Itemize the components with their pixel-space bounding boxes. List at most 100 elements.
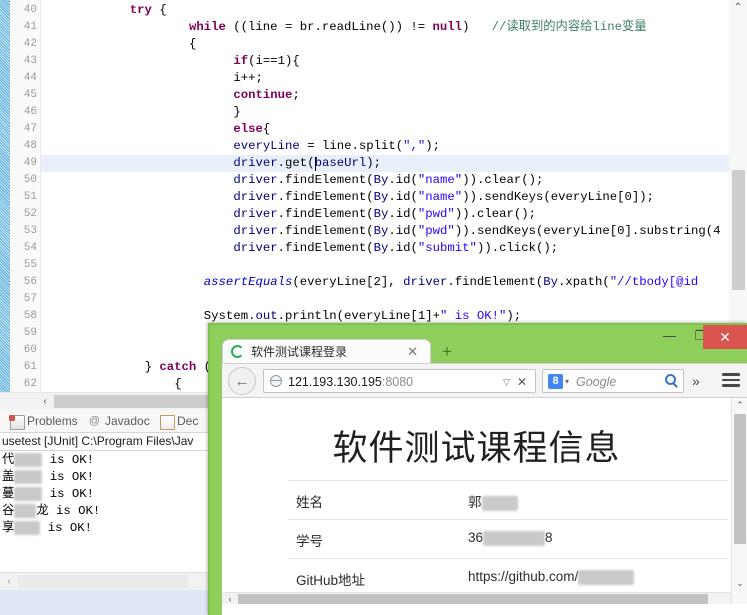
line-number: 53 bbox=[23, 225, 37, 237]
editor-hscroll-left-arrow-icon[interactable]: ‹ bbox=[38, 394, 52, 409]
menu-icon[interactable] bbox=[722, 373, 740, 387]
code-token: )).sendKeys(everyLine[0].substring(4 bbox=[454, 224, 721, 238]
code-line[interactable]: while ((line = br.readLine()) != null) /… bbox=[189, 19, 647, 36]
code-token: "submit" bbox=[417, 241, 477, 255]
line-number: 41 bbox=[23, 21, 37, 33]
page-hscroll-left-arrow-icon[interactable]: ‹ bbox=[223, 593, 237, 604]
code-token: )).sendKeys(everyLine[0]); bbox=[462, 190, 655, 204]
line-number: 55 bbox=[23, 259, 37, 271]
code-line[interactable]: driver.get(baseUrl); bbox=[233, 155, 381, 172]
search-bar[interactable]: 8 ▾ Google bbox=[542, 369, 684, 393]
change-annotation-bar bbox=[0, 0, 10, 392]
console-hscroll-left-arrow-icon[interactable]: ‹ bbox=[2, 574, 16, 589]
browser-tab[interactable]: 软件测试课程登录 ✕ bbox=[222, 339, 431, 364]
code-line[interactable]: driver.findElement(By.id("name")).clear(… bbox=[233, 172, 543, 189]
console-line-suffix: is OK! bbox=[42, 453, 94, 467]
code-token: ); bbox=[425, 139, 441, 153]
code-line[interactable]: else{ bbox=[233, 121, 270, 138]
new-tab-button[interactable]: + bbox=[442, 343, 452, 360]
close-button[interactable]: ✕ bbox=[703, 325, 747, 349]
row-label: GitHub地址 bbox=[296, 573, 366, 588]
code-line[interactable]: { bbox=[174, 376, 181, 392]
page-vertical-scrollbar[interactable]: ⌃ ⌄ bbox=[731, 398, 747, 604]
minimize-button[interactable]: — bbox=[654, 325, 685, 347]
code-token: } bbox=[233, 105, 241, 119]
line-number: 47 bbox=[23, 123, 37, 135]
code-token: != bbox=[410, 20, 426, 34]
line-number: 62 bbox=[23, 378, 37, 390]
code-line[interactable]: } bbox=[233, 104, 240, 121]
console-line: 蔓 is OK! bbox=[2, 486, 94, 503]
firefox-browser-window[interactable]: — ❐ ✕ 软件测试课程登录 ✕ + ← 121.193.130.195:808… bbox=[208, 323, 747, 615]
code-line[interactable]: driver.findElement(By.id("pwd")).sendKey… bbox=[233, 223, 720, 240]
view-tab-label: Dec bbox=[177, 414, 199, 428]
code-token: By bbox=[373, 173, 389, 187]
page-hscroll-thumb[interactable] bbox=[238, 594, 708, 604]
code-token: "," bbox=[403, 139, 426, 153]
browser-title-bar[interactable]: — ❐ ✕ 软件测试课程登录 ✕ + bbox=[210, 325, 747, 364]
code-token: } bbox=[144, 360, 152, 374]
line-number: 51 bbox=[23, 191, 37, 203]
row-value-prefix: 36 bbox=[468, 530, 484, 545]
search-engine-caret-icon[interactable]: ▾ bbox=[565, 378, 569, 386]
view-tab-dec[interactable]: Dec bbox=[160, 412, 198, 431]
overflow-chevrons-icon[interactable]: » bbox=[692, 372, 700, 390]
line-number: 46 bbox=[23, 106, 37, 118]
page-scroll-up-arrow-icon[interactable]: ⌃ bbox=[732, 398, 747, 412]
code-token: .findElement( bbox=[277, 207, 374, 221]
javadoc-icon: @ bbox=[88, 415, 101, 427]
code-token: .get( bbox=[277, 156, 315, 170]
redacted-text bbox=[481, 495, 518, 511]
console-line-prefix: 盖 bbox=[2, 470, 15, 484]
screen-root: 40 41 42 43 44 45 46 47 48 49 50 51 52 53 54 55 56 57 58 59… bbox=[0, 0, 747, 615]
code-token: .id( bbox=[388, 173, 418, 187]
browser-navigation-bar: ← 121.193.130.195:8080 ▽ ✕ 8 ▾ Google » bbox=[222, 363, 747, 398]
code-line[interactable]: everyLine = line.split(","); bbox=[233, 138, 440, 155]
code-line[interactable]: driver.findElement(By.id("pwd")).clear()… bbox=[233, 206, 536, 223]
code-line[interactable]: assertEquals(everyLine[2], driver.findEl… bbox=[204, 274, 698, 291]
view-tab-javadoc[interactable]: @ Javadoc bbox=[88, 412, 150, 431]
code-token: By bbox=[373, 207, 389, 221]
editor-vscroll-thumb[interactable] bbox=[732, 170, 745, 290]
code-token: .id( bbox=[388, 190, 418, 204]
code-token: By bbox=[373, 224, 389, 238]
back-button[interactable]: ← bbox=[228, 367, 256, 395]
url-port: :8080 bbox=[381, 375, 414, 389]
page-horizontal-scrollbar[interactable]: ‹ bbox=[222, 592, 731, 604]
code-token: By bbox=[373, 241, 389, 255]
code-token: driver bbox=[233, 224, 278, 238]
view-tab-label: Problems bbox=[27, 414, 78, 428]
page-scroll-down-arrow-icon[interactable]: ⌄ bbox=[732, 576, 747, 590]
row-value-prefix: 郭 bbox=[468, 495, 482, 510]
code-token: System bbox=[203, 309, 249, 323]
code-line[interactable]: driver.findElement(By.id("submit")).clic… bbox=[233, 240, 558, 257]
google-icon[interactable]: 8 bbox=[548, 374, 563, 389]
view-tab-problems[interactable]: Problems bbox=[9, 412, 78, 431]
code-line[interactable]: driver.findElement(By.id("name")).sendKe… bbox=[233, 189, 654, 206]
line-number: 45 bbox=[23, 89, 37, 101]
page-vscroll-thumb[interactable] bbox=[734, 414, 746, 544]
code-line[interactable]: try { bbox=[130, 2, 167, 19]
url-address-bar[interactable]: 121.193.130.195:8080 ▽ ✕ bbox=[263, 369, 536, 393]
code-line[interactable]: if(i==1){ bbox=[233, 53, 299, 70]
line-number: 52 bbox=[23, 208, 37, 220]
code-line[interactable]: continue; bbox=[233, 87, 299, 104]
search-input[interactable]: Google bbox=[576, 373, 616, 391]
code-token: = line.split( bbox=[299, 139, 404, 153]
search-icon[interactable] bbox=[665, 374, 676, 385]
stop-icon[interactable]: ✕ bbox=[517, 373, 527, 391]
tab-close-icon[interactable]: ✕ bbox=[407, 343, 418, 361]
editor-hscroll-thumb[interactable] bbox=[54, 395, 212, 408]
console-line: 享 is OK! bbox=[2, 520, 92, 537]
console-hscroll-thumb[interactable] bbox=[18, 575, 188, 588]
code-line[interactable]: i++; bbox=[233, 70, 263, 87]
code-line[interactable]: { bbox=[189, 36, 196, 53]
line-number-gutter: 40 41 42 43 44 45 46 47 48 49 50 51 52 53 54 55 56 57 58 59… bbox=[10, 0, 41, 392]
scroll-up-arrow-icon[interactable]: ⌃ bbox=[729, 0, 747, 16]
console-line-suffix: is OK! bbox=[42, 487, 94, 501]
line-number: 58 bbox=[23, 310, 37, 322]
code-token: continue bbox=[233, 88, 293, 102]
code-token: //读取到的内容给line变量 bbox=[491, 20, 647, 34]
chevron-down-icon[interactable]: ▽ bbox=[503, 377, 510, 387]
